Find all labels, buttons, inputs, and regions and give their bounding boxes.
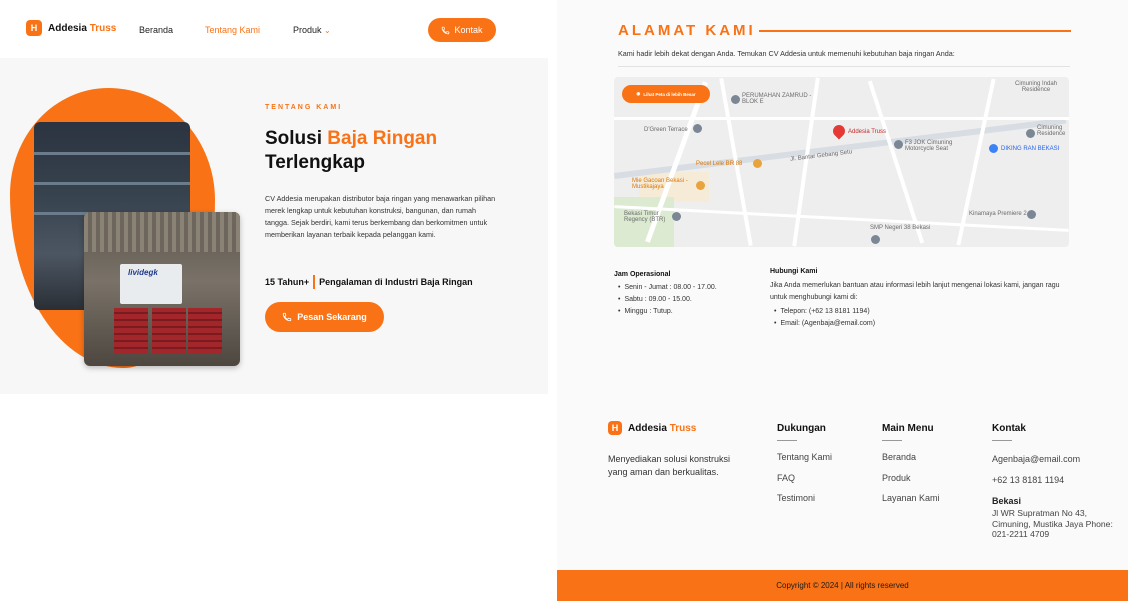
contact-page-panel: ALAMAT KAMI Kami hadir lebih dekat denga… [557, 0, 1128, 601]
footer-dukungan-title: Dukungan [777, 423, 826, 434]
hours-title: Jam Operasional [614, 271, 671, 278]
map-poi-icon [1026, 129, 1035, 138]
section-eyebrow: TENTANG KAMI [265, 104, 343, 111]
alamat-subtitle: Kami hadir lebih dekat dengan Anda. Temu… [618, 49, 955, 58]
about-page-panel: H Addesia Truss Beranda Tentang Kami Pro… [0, 0, 548, 601]
nav-link-produk[interactable]: Produk ⌄ [293, 25, 331, 35]
top-navbar: H Addesia Truss Beranda Tentang Kami Pro… [0, 0, 548, 58]
footer-logo[interactable]: H Addesia Truss [608, 421, 696, 435]
view-larger-map-label: Lihat Peta di lebih Besar [643, 91, 696, 97]
map-label: PERUMAHAN ZAMRUD - BLOK E [742, 93, 812, 105]
stat-text: Pengalaman di Industri Baja Ringan [319, 277, 473, 287]
footer-phone[interactable]: +62 13 8181 1194 [992, 475, 1064, 485]
brand-name: Addesia Truss [48, 22, 117, 34]
divider [992, 440, 1012, 441]
view-larger-map-button[interactable]: ◉ Lihat Peta di lebih Besar [622, 85, 710, 103]
contact-list: Telepon: (+62 13 8181 1194) Email: (Agen… [774, 306, 875, 330]
pesan-sekarang-button[interactable]: Pesan Sekarang [265, 302, 384, 332]
map-label: Mie Gacoan Bekasi - Mustikajaya [632, 178, 688, 190]
map-road [614, 117, 1069, 120]
kontak-button[interactable]: Kontak [428, 18, 496, 42]
map-poi-icon [731, 95, 740, 104]
divider [777, 440, 797, 441]
map-poi-icon [989, 144, 998, 153]
map-poi-icon [753, 159, 762, 168]
map-label: Cimuning Indah Residence [1014, 81, 1058, 93]
map-label: DIKING RAN BEKASI [1001, 146, 1060, 152]
location-map[interactable]: ◉ Lihat Peta di lebih Besar PERUMAHAN ZA… [614, 77, 1069, 247]
nav-link-produk-label: Produk [293, 25, 322, 35]
hours-list: Senin - Jumat : 08.00 - 17.00. Sabtu : 0… [618, 282, 717, 318]
pesan-sekarang-label: Pesan Sekarang [297, 312, 367, 322]
stat-number: 15 Tahun+ [265, 277, 310, 287]
chevron-down-icon: ⌄ [324, 26, 331, 35]
footer-address: Jl WR Supratman No 43, Cimuning, Mustika… [992, 508, 1113, 539]
map-poi-icon [1027, 210, 1036, 219]
contact-text: Jika Anda memerlukan bantuan atau inform… [770, 282, 1060, 301]
kontak-button-label: Kontak [454, 25, 483, 35]
hero-description: CV Addesia merupakan distributor baja ri… [265, 194, 496, 239]
logo-icon: H [26, 20, 42, 36]
map-poi-icon [696, 181, 705, 190]
footer-main-menu-title: Main Menu [882, 423, 934, 434]
map-label: D'Green Terrace [644, 127, 688, 133]
hours-item: Sabtu : 09.00 - 15.00. [618, 294, 717, 306]
footer-link-beranda[interactable]: Beranda [882, 452, 916, 462]
map-pin-label: Addesia Truss [848, 129, 887, 135]
map-label: SMP Negeri 38 Bekasi [870, 225, 931, 231]
footer-brand-name: Addesia Truss [628, 422, 697, 434]
contact-title: Hubungi Kami [770, 268, 818, 275]
divider [882, 440, 902, 441]
map-label: Pecel Lele BR 88 [696, 161, 743, 167]
experience-stat: 15 Tahun+ Pengalaman di Industri Baja Ri… [265, 275, 473, 289]
map-label: Kinamaya Premiere 2 [969, 211, 1027, 217]
warehouse-photo-bottom: lividegk [84, 212, 240, 366]
divider [618, 66, 1070, 67]
alamat-title: ALAMAT KAMI [618, 22, 756, 39]
location-pin-icon[interactable] [830, 122, 848, 140]
hours-item: Minggu : Tutup. [618, 306, 717, 318]
contact-email: Email: (Agenbaja@email.com) [774, 318, 875, 330]
footer-link-testimoni[interactable]: Testimoni [777, 493, 815, 503]
hero-title: Solusi Baja Ringan Terlengkap [265, 128, 438, 173]
nav-link-tentang-kami[interactable]: Tentang Kami [205, 25, 260, 35]
brand-logo[interactable]: H Addesia Truss [26, 20, 116, 36]
contact-phone: Telepon: (+62 13 8181 1194) [774, 306, 875, 318]
footer-email[interactable]: Agenbaja@email.com [992, 454, 1080, 464]
footer-description: Menyediakan solusi konstruksi yang aman … [608, 454, 731, 477]
copyright-bar: Copyright © 2024 | All rights reserved [557, 570, 1128, 601]
title-underline [759, 30, 1071, 32]
phone-icon [283, 312, 292, 322]
map-label: F3 JOK Cimuning Motorcycle Seat [905, 140, 953, 152]
map-poi-icon [693, 124, 702, 133]
footer-link-faq[interactable]: FAQ [777, 473, 795, 483]
map-label: Cimuning Residence [1037, 125, 1066, 137]
footer-link-tentang-kami[interactable]: Tentang Kami [777, 452, 832, 462]
phone-icon [442, 26, 450, 34]
map-road [956, 78, 996, 246]
map-poi-icon [871, 235, 880, 244]
footer-city: Bekasi [992, 496, 1022, 506]
logo-icon: H [608, 421, 622, 435]
footer-link-produk[interactable]: Produk [882, 473, 911, 483]
photo-sign-text: lividegk [128, 268, 158, 277]
nav-link-beranda[interactable]: Beranda [139, 25, 173, 35]
map-poi-icon [672, 212, 681, 221]
footer-kontak-title: Kontak [992, 423, 1026, 434]
stat-divider [313, 275, 316, 289]
footer-link-layanan-kami[interactable]: Layanan Kami [882, 493, 940, 503]
map-road [614, 205, 1069, 232]
hours-item: Senin - Jumat : 08.00 - 17.00. [618, 282, 716, 294]
map-label: Bekasi Timur Regency (BTR) [624, 211, 666, 223]
page: H Addesia Truss Beranda Tentang Kami Pro… [0, 0, 1128, 601]
map-marker-icon: ◉ [636, 91, 641, 96]
map-poi-icon [894, 140, 903, 149]
